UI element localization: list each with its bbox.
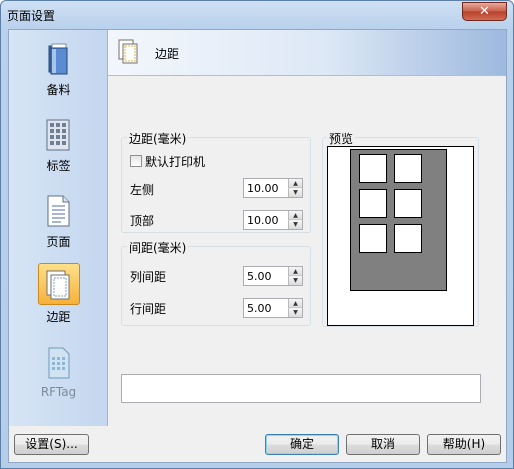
page-title: 边距 (155, 47, 180, 61)
window-title: 页面设置 (7, 9, 56, 23)
preview-label-cell (359, 189, 387, 218)
sidebar: 备料 标签 页面 边距 RFTag (9, 30, 108, 426)
page-icon (47, 195, 70, 227)
preview-label-cell (394, 154, 422, 183)
row-spacing-value: 5.00 (247, 302, 272, 315)
close-button[interactable]: ✕ (462, 2, 507, 21)
margins-icon (46, 270, 70, 300)
sidebar-item-rftag[interactable]: RFTag (9, 338, 108, 408)
spin-up-icon[interactable]: ▲ (288, 299, 302, 308)
spin-up-icon[interactable]: ▲ (288, 267, 302, 276)
row-spacing-stepper[interactable]: 5.00 ▲ ▼ (243, 298, 303, 318)
page-setup-dialog: 页面设置 ✕ 备料 标签 页面 边距 RFTag 边距 边距(毫米) 默认打印机… (0, 0, 514, 469)
margins-group-title: 边距(毫米) (127, 130, 189, 147)
sidebar-item-label: RFTag (40, 385, 77, 399)
preview-group-title: 预览 (327, 130, 356, 147)
spacing-group-title: 间距(毫米) (127, 239, 189, 256)
spin-up-icon[interactable]: ▲ (288, 211, 302, 220)
cancel-button[interactable]: 取消 (346, 434, 420, 455)
sidebar-item-label: 边距 (46, 310, 71, 324)
top-margin-label: 顶部 (130, 214, 155, 228)
spin-up-icon[interactable]: ▲ (288, 179, 302, 188)
sidebar-item-label: 备料 (46, 83, 71, 97)
default-printer-checkbox[interactable] (130, 155, 142, 167)
left-margin-stepper[interactable]: 10.00 ▲ ▼ (243, 178, 303, 198)
column-spacing-value: 5.00 (247, 270, 272, 283)
preview-label-cell (394, 224, 422, 253)
dialog-client-area: 备料 标签 页面 边距 RFTag 边距 边距(毫米) 默认打印机 左侧 10.… (8, 29, 507, 463)
left-margin-value: 10.00 (247, 182, 279, 195)
close-icon: ✕ (479, 4, 490, 19)
sidebar-item-labels[interactable]: 标签 (9, 110, 108, 180)
ok-button[interactable]: 确定 (265, 434, 339, 455)
sidebar-item-page[interactable]: 页面 (9, 186, 108, 256)
left-margin-label: 左侧 (130, 183, 155, 197)
top-margin-value: 10.00 (247, 214, 279, 227)
help-button[interactable]: 帮助(H) (427, 434, 501, 455)
spin-down-icon[interactable]: ▼ (288, 276, 302, 285)
description-field[interactable] (121, 374, 481, 403)
column-spacing-stepper[interactable]: 5.00 ▲ ▼ (243, 266, 303, 286)
spin-down-icon[interactable]: ▼ (288, 188, 302, 197)
column-spacing-label: 列间距 (130, 270, 167, 284)
spin-down-icon[interactable]: ▼ (288, 220, 302, 229)
title-bar[interactable]: 页面设置 ✕ (1, 1, 513, 29)
settings-button[interactable]: 设置(S)... (14, 434, 89, 455)
spin-down-icon[interactable]: ▼ (288, 308, 302, 317)
default-printer-label: 默认打印机 (145, 155, 206, 169)
label-sheet-icon (46, 119, 70, 151)
sidebar-item-materials[interactable]: 备料 (9, 34, 108, 104)
preview-label-cell (359, 224, 387, 253)
sidebar-item-margins[interactable]: 边距 (9, 261, 108, 331)
preview-label-cell (359, 154, 387, 183)
book-icon (48, 43, 68, 75)
margins-icon (118, 39, 138, 64)
rftag-icon (48, 347, 70, 379)
preview-label-cell (394, 189, 422, 218)
page-header: 边距 (108, 30, 506, 76)
row-spacing-label: 行间距 (130, 302, 167, 316)
sidebar-item-label: 页面 (46, 235, 71, 249)
top-margin-stepper[interactable]: 10.00 ▲ ▼ (243, 210, 303, 230)
sidebar-item-label: 标签 (46, 159, 71, 173)
